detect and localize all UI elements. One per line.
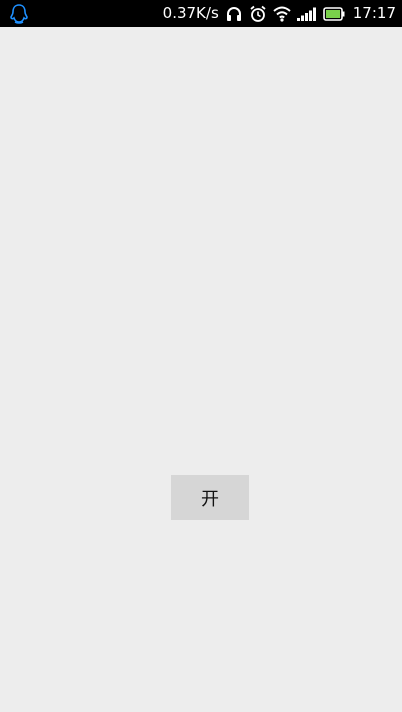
network-speed: 0.37K/s	[162, 4, 219, 22]
battery-icon	[322, 6, 345, 21]
status-clock: 17:17	[352, 4, 396, 22]
signal-icon	[296, 7, 317, 21]
status-bar: 0.37K/s 17:17	[0, 0, 402, 27]
alarm-clock-icon	[249, 5, 267, 23]
headphones-icon	[225, 5, 243, 23]
toggle-on-button[interactable]: 开	[171, 475, 249, 520]
wifi-icon	[273, 6, 291, 22]
main-content: 开	[0, 27, 402, 712]
qq-penguin-icon	[8, 3, 30, 25]
